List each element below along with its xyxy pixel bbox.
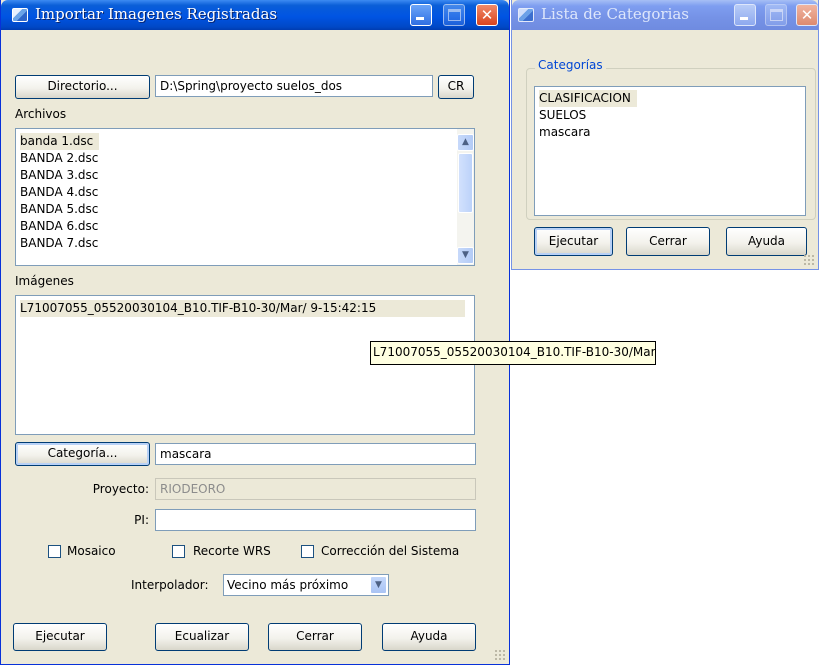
category-window: Lista de Categorias ✕ Categorías CLASIFI… (511, 0, 819, 270)
close-icon: ✕ (480, 6, 494, 24)
categories-ayuda-button[interactable]: Ayuda (726, 227, 807, 256)
files-scrollbar[interactable]: ▲ ▼ (457, 129, 474, 265)
ejecutar-button[interactable]: Ejecutar (13, 623, 107, 651)
close-button[interactable]: ✕ (476, 4, 498, 26)
pi-label: PI: (134, 513, 149, 527)
window-title: Importar Imagenes Registradas (35, 5, 278, 23)
maximize-icon (770, 9, 783, 21)
minimize-icon (740, 17, 748, 20)
correccion-checkbox[interactable] (301, 545, 314, 558)
list-item[interactable]: BANDA 4.dsc (20, 184, 98, 201)
minimize-button[interactable] (734, 4, 756, 26)
categories-ejecutar-button[interactable]: Ejecutar (534, 227, 613, 256)
categorias-group-label: Categorías (535, 58, 606, 72)
list-item[interactable]: mascara (539, 124, 591, 141)
proyecto-field: RIODEORO (155, 478, 476, 500)
window-title: Lista de Categorias (541, 5, 690, 23)
scroll-thumb[interactable] (458, 153, 473, 213)
interpolador-label: Interpolador: (131, 578, 209, 592)
directory-button[interactable]: Directorio... (15, 75, 150, 99)
import-window: Importar Imagenes Registradas ✕ Director… (0, 0, 510, 665)
mosaico-checkbox[interactable] (48, 545, 61, 558)
app-icon (12, 8, 28, 22)
pi-field[interactable] (155, 509, 476, 531)
minimize-icon (416, 17, 424, 20)
list-item[interactable]: SUELOS (539, 107, 586, 124)
images-list[interactable]: L71007055_05520030104_B10.TIF-B10-30/Mar… (15, 295, 475, 435)
list-item[interactable]: CLASIFICACION (539, 90, 637, 107)
resize-grip[interactable] (803, 254, 815, 266)
list-item[interactable]: BANDA 2.dsc (20, 150, 98, 167)
ecualizar-button[interactable]: Ecualizar (155, 623, 249, 651)
categoria-field[interactable]: mascara (155, 443, 476, 465)
app-icon (518, 8, 534, 22)
categories-cerrar-button[interactable]: Cerrar (626, 227, 710, 256)
close-icon: ✕ (800, 6, 814, 24)
interpolador-value: Vecino más próximo (227, 578, 349, 592)
list-item[interactable]: BANDA 7.dsc (20, 235, 98, 252)
maximize-icon (448, 9, 461, 21)
scroll-up-icon[interactable]: ▲ (457, 134, 474, 151)
cerrar-button[interactable]: Cerrar (268, 623, 362, 651)
correccion-label: Corrección del Sistema (321, 544, 460, 558)
minimize-button[interactable] (410, 4, 432, 26)
archivos-label: Archivos (15, 107, 67, 121)
files-list[interactable]: banda 1.dsc BANDA 2.dsc BANDA 3.dsc BAND… (15, 128, 475, 266)
interpolador-select[interactable]: Vecino más próximo ▼ (223, 574, 389, 596)
list-item[interactable]: banda 1.dsc (20, 133, 100, 150)
list-item[interactable]: BANDA 5.dsc (20, 201, 98, 218)
resize-grip[interactable] (494, 649, 506, 661)
close-button[interactable]: ✕ (796, 4, 818, 26)
list-item[interactable]: BANDA 3.dsc (20, 167, 98, 184)
proyecto-label: Proyecto: (92, 482, 149, 496)
imagenes-label: Imágenes (15, 274, 74, 288)
cr-button[interactable]: CR (438, 75, 474, 99)
scroll-down-icon[interactable]: ▼ (457, 247, 474, 264)
maximize-button[interactable] (443, 4, 465, 26)
chevron-down-icon[interactable]: ▼ (370, 576, 387, 594)
category-titlebar[interactable]: Lista de Categorias ✕ (512, 0, 818, 30)
directory-field[interactable]: D:\Spring\proyecto suelos_dos (155, 75, 433, 97)
recorte-checkbox[interactable] (172, 545, 185, 558)
image-tooltip: L71007055_05520030104_B10.TIF-B10-30/Mar… (370, 341, 656, 365)
import-titlebar[interactable]: Importar Imagenes Registradas ✕ (1, 0, 509, 30)
ayuda-button[interactable]: Ayuda (382, 623, 476, 651)
categories-list[interactable]: CLASIFICACION SUELOS mascara (534, 86, 806, 216)
list-item[interactable]: L71007055_05520030104_B10.TIF-B10-30/Mar… (20, 300, 465, 317)
mosaico-label: Mosaico (67, 544, 116, 558)
list-item[interactable]: BANDA 6.dsc (20, 218, 98, 235)
maximize-button[interactable] (765, 4, 787, 26)
categoria-button[interactable]: Categoría... (15, 442, 150, 466)
recorte-label: Recorte WRS (193, 544, 271, 558)
